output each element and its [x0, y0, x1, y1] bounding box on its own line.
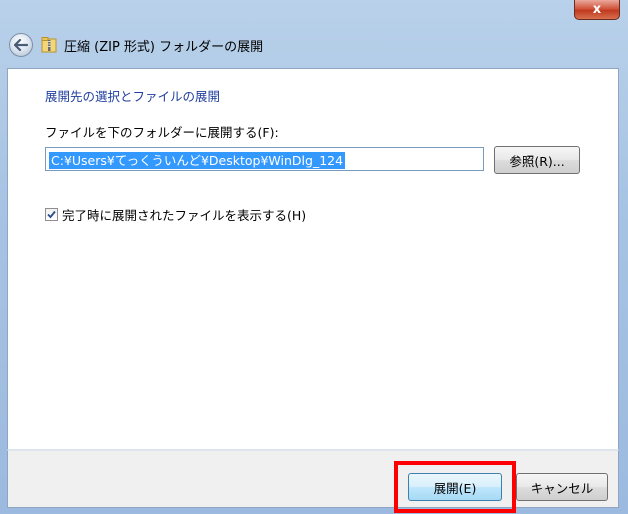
show-files-label: 完了時に展開されたファイルを表示する(H) [62, 208, 307, 223]
back-button[interactable] [9, 33, 33, 57]
close-icon: x [592, 2, 602, 17]
destination-path-value: C:¥Users¥てっくういんど¥Desktop¥WinDlg_124 [49, 152, 346, 169]
show-files-option[interactable]: 完了時に展開されたファイルを表示する(H) [45, 205, 306, 224]
zip-folder-icon [40, 36, 58, 54]
close-button[interactable]: x [574, 0, 620, 20]
browse-button-label: 参照(R)... [509, 153, 565, 169]
section-heading: 展開先の選択とファイルの展開 [45, 89, 221, 104]
browse-button[interactable]: 参照(R)... [494, 146, 580, 174]
window-title: 圧縮 (ZIP 形式) フォルダーの展開 [64, 40, 264, 55]
checkmark-icon [47, 210, 56, 219]
show-files-checkbox[interactable] [45, 208, 58, 221]
back-arrow-icon [13, 36, 29, 55]
cancel-button-label: キャンセル [530, 480, 594, 496]
cancel-button[interactable]: キャンセル [516, 473, 608, 501]
destination-path-input[interactable]: C:¥Users¥てっくういんど¥Desktop¥WinDlg_124 [45, 147, 484, 171]
highlight-frame [394, 461, 516, 513]
extract-destination-label: ファイルを下のフォルダーに展開する(F): [45, 125, 279, 140]
extract-zip-dialog: x 圧縮 (ZIP 形式) フォルダーの展開 展開先の選択とファイルの展開 ファ… [0, 0, 628, 514]
